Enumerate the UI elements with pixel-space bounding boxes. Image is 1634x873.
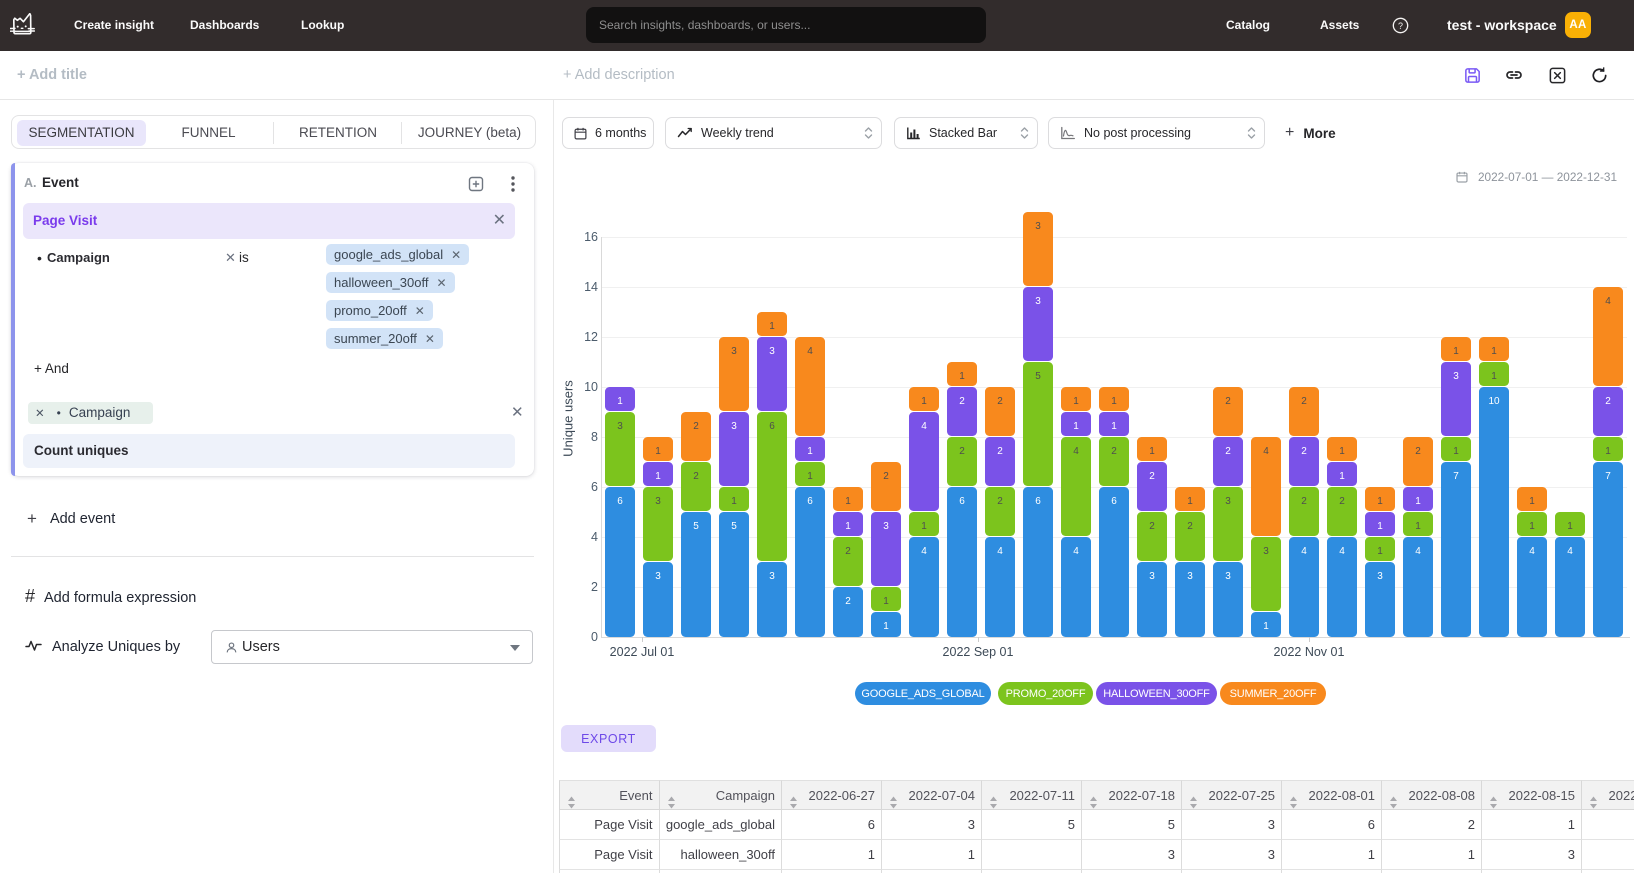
svg-text:?: ? [1398, 21, 1403, 31]
